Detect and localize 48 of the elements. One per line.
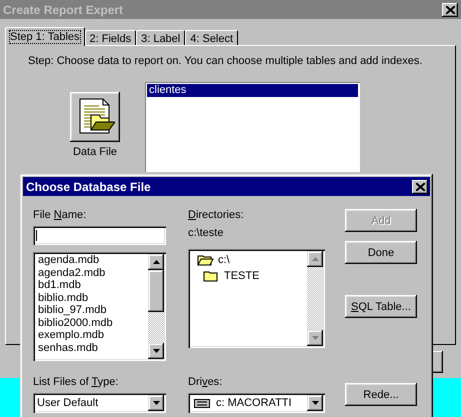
drives-label: Drives: — [188, 376, 224, 389]
down-arrow-icon — [312, 336, 318, 340]
drives-dropdown[interactable]: c: MACORATTI — [188, 393, 325, 413]
file-name-label: File Name: — [33, 209, 88, 222]
dialog-button[interactable]: SQL Table... — [345, 295, 417, 318]
directory-item[interactable]: TESTE — [193, 268, 307, 283]
file-item[interactable]: bd1.mdb — [38, 279, 148, 292]
file-item[interactable]: biblio_97.mdb — [38, 304, 148, 316]
file-item[interactable]: biblio2000.mdb — [38, 316, 148, 329]
current-path: c:\teste — [188, 227, 224, 240]
file-item[interactable]: biblio.mdb — [38, 292, 148, 304]
close-button[interactable] — [442, 2, 458, 16]
scrollbar[interactable] — [307, 251, 323, 346]
file-item[interactable]: exemplo.mdb — [38, 329, 148, 342]
close-icon — [416, 182, 424, 190]
folder-icon — [203, 270, 220, 282]
dialog-title: Choose Database File — [26, 180, 151, 194]
file-type-label: List Files of Type: — [33, 376, 120, 389]
dropdown-arrow-icon — [312, 401, 318, 405]
table-item[interactable]: clientes — [147, 84, 358, 97]
tab[interactable]: 3: Label — [136, 30, 186, 45]
file-name-field[interactable] — [33, 226, 166, 245]
tab[interactable]: Step 1: Tables — [5, 27, 85, 46]
tables-list[interactable]: clientes — [145, 82, 360, 172]
dropdown-arrow-icon — [152, 401, 160, 405]
drive-icon — [194, 398, 210, 408]
window-title: Create Report Expert — [3, 2, 124, 16]
close-button[interactable] — [412, 180, 428, 194]
file-type-dropdown[interactable]: User Default — [33, 393, 166, 413]
directories-label: Directories: — [188, 209, 245, 222]
data-file-label: Data File — [72, 146, 118, 158]
text-cursor — [36, 230, 37, 241]
up-arrow-icon — [152, 260, 160, 264]
up-arrow-icon — [312, 257, 318, 261]
folder-icon — [197, 254, 214, 266]
file-item[interactable]: senhas.mdb — [38, 342, 148, 354]
file-item[interactable]: agenda.mdb — [38, 254, 148, 266]
dialog-button[interactable]: Done — [345, 241, 417, 264]
tab[interactable]: 2: Fields — [84, 30, 136, 45]
directory-item[interactable]: c:\ — [193, 252, 307, 267]
step-instructions: Step: Choose data to report on. You can choose multiple tables and add indexes. — [28, 55, 424, 67]
dialog-button[interactable]: Rede... — [345, 383, 417, 406]
down-arrow-icon — [152, 349, 160, 353]
data-file-button[interactable] — [70, 92, 120, 142]
scrollbar[interactable] — [148, 254, 164, 359]
file-item[interactable]: agenda2.mdb — [38, 266, 148, 279]
tab[interactable]: 4: Select — [185, 30, 238, 45]
close-icon — [446, 6, 454, 14]
